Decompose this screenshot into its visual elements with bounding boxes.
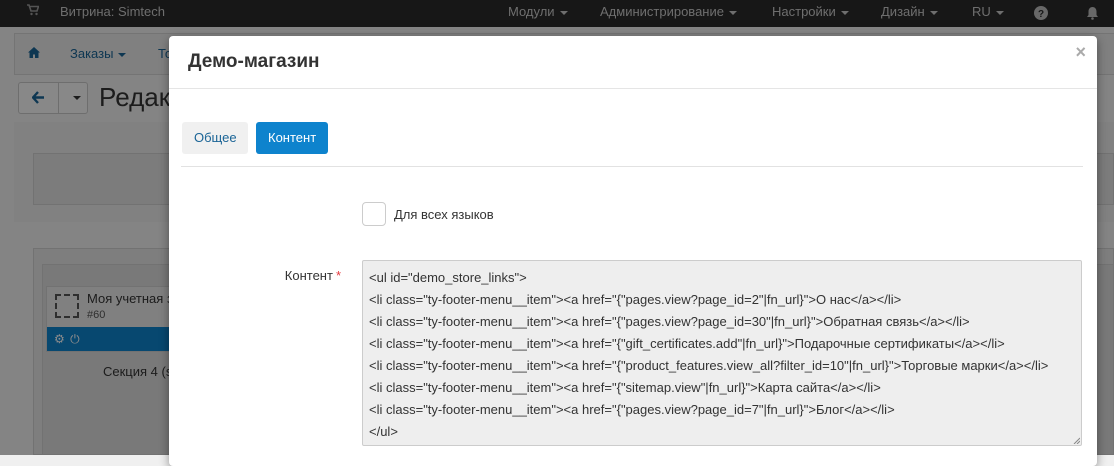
code-line: <li class="ty-footer-menu__item"><a href… [369,292,902,307]
all-languages-label: Для всех языков [394,207,494,222]
content-label-text: Контент [284,268,333,283]
code-line: <li class="ty-footer-menu__item"><a href… [369,380,881,395]
resize-grip-icon[interactable] [1073,437,1080,444]
required-mark: * [335,268,341,283]
tab-general[interactable]: Общее [182,122,248,154]
code-line: <li class="ty-footer-menu__item"><a href… [369,358,1049,373]
code-line: <ul id="demo_store_links"> [369,270,527,285]
code-line: <li class="ty-footer-menu__item"><a href… [369,336,1005,351]
code-line: <li class="ty-footer-menu__item"><a href… [369,402,895,417]
tabs-divider [181,166,1083,167]
code-line: <li class="ty-footer-menu__item"><a href… [369,314,970,329]
code-line: </ul> [369,424,398,439]
dialog-header: Демо-магазин × [169,36,1097,89]
demo-store-dialog: Демо-магазин × Общее Контент Для всех яз… [169,36,1097,466]
content-textarea[interactable]: <ul id="demo_store_links"> <li class="ty… [362,260,1082,446]
close-icon[interactable]: × [1075,42,1086,63]
dialog-title: Демо-магазин [188,51,320,72]
all-languages-checkbox[interactable] [362,202,386,226]
tab-content[interactable]: Контент [256,122,328,154]
content-field-label: Контент * [285,268,341,283]
